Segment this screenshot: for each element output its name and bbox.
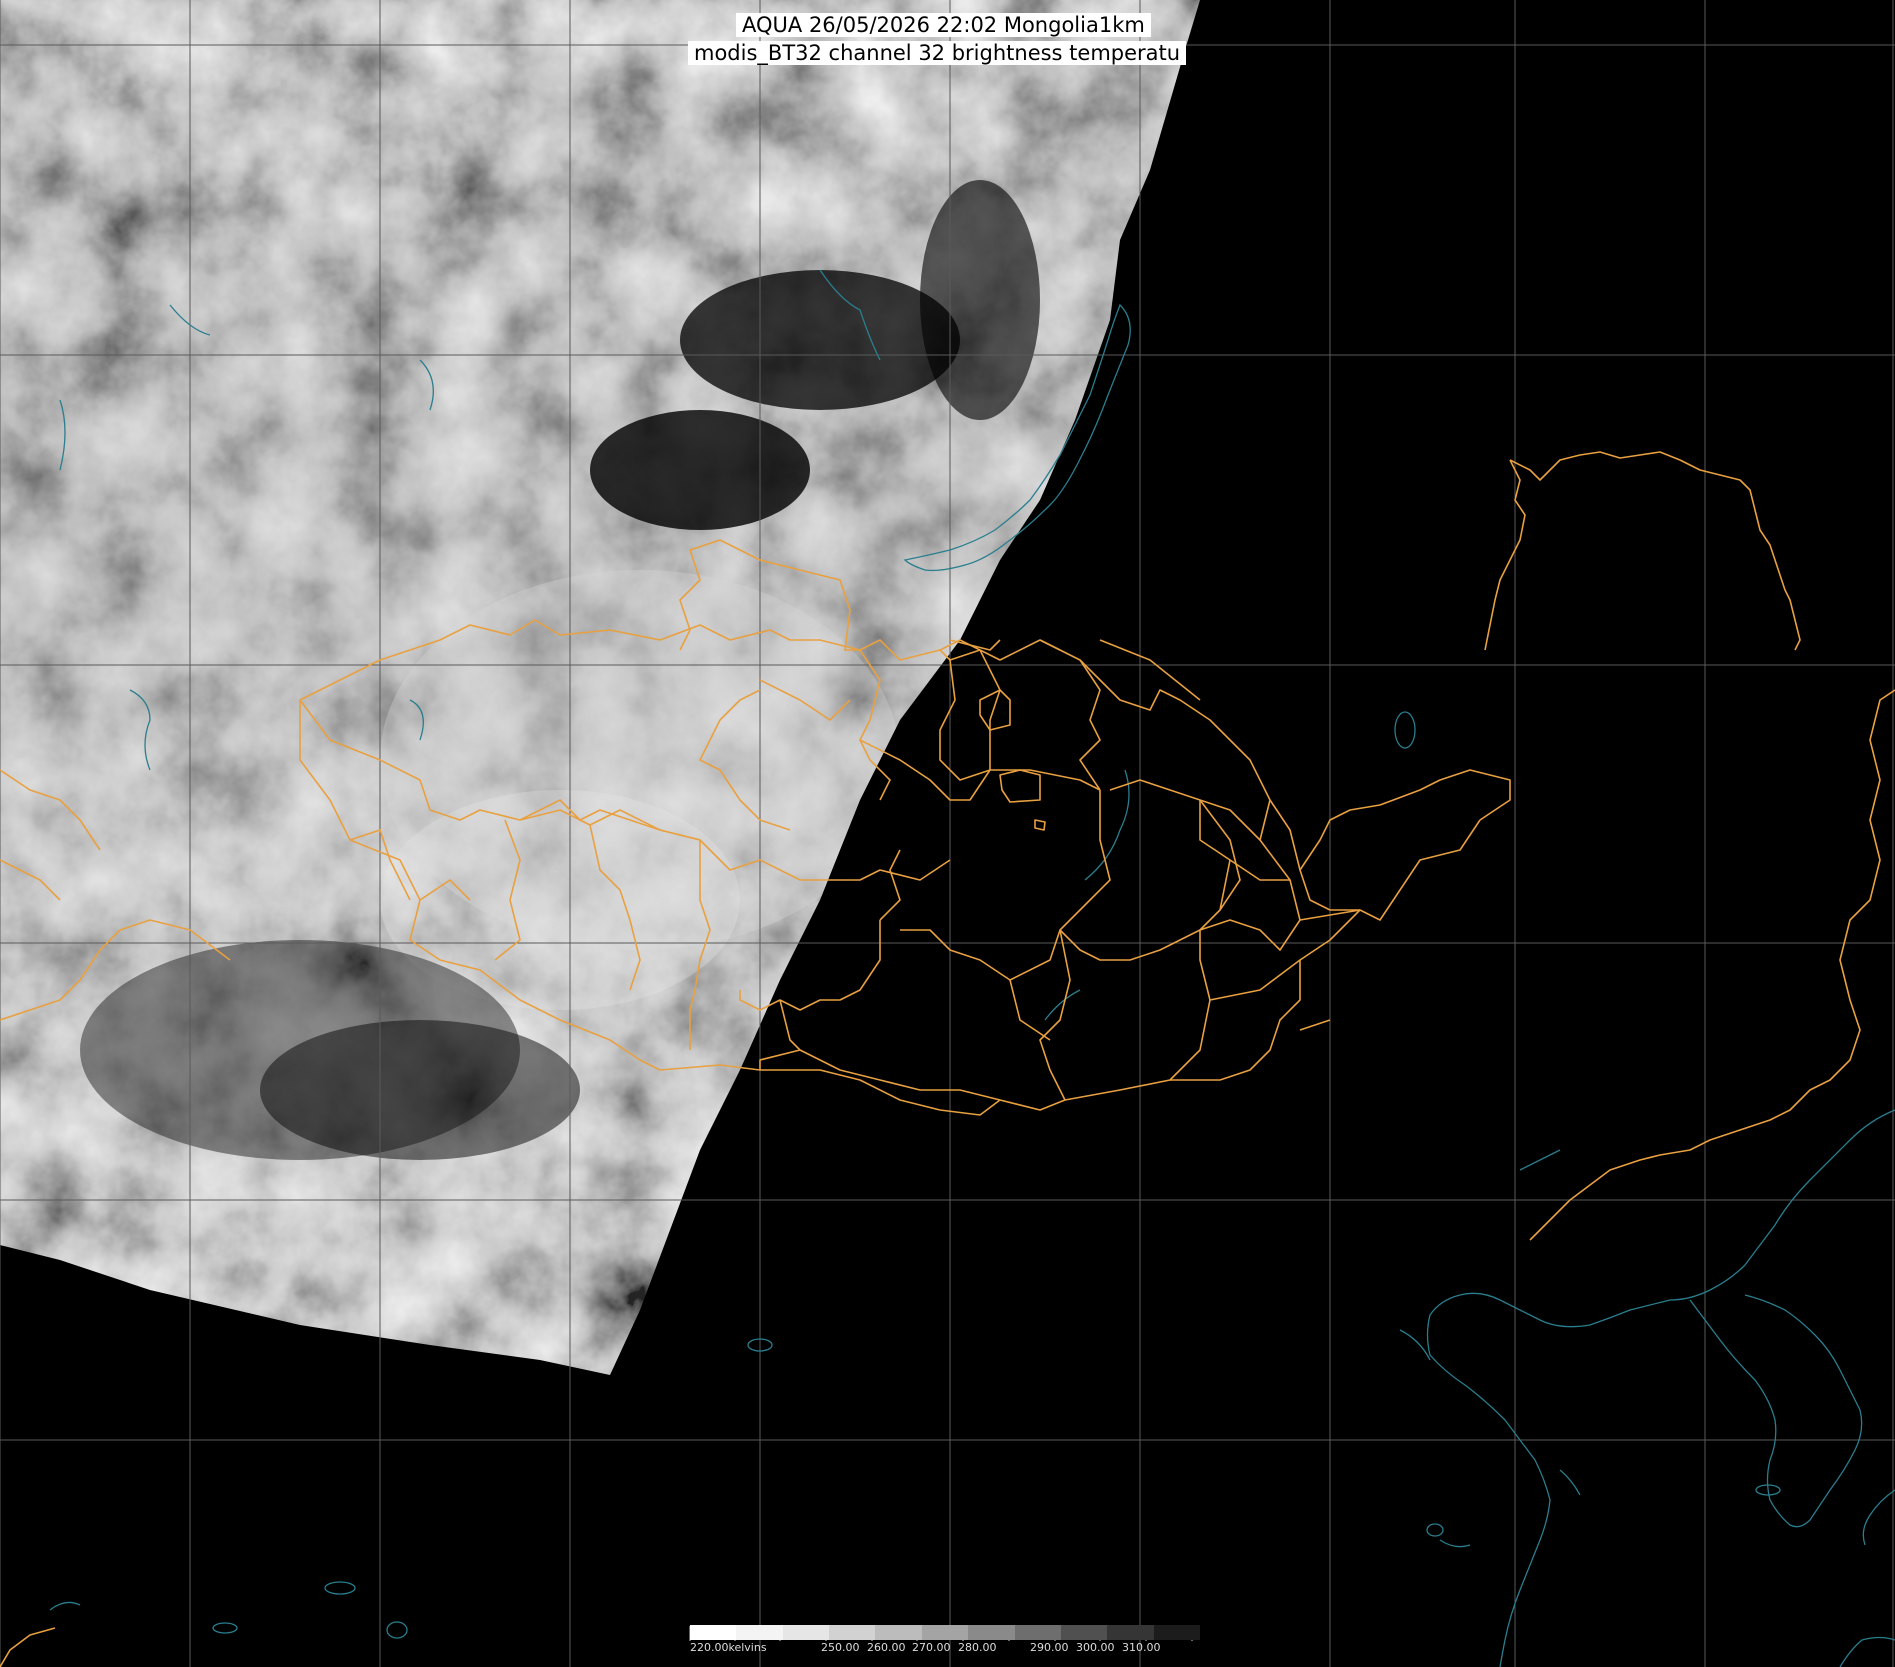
- map-title-line-1: AQUA 26/05/2026 22:02 Mongolia1km: [736, 13, 1151, 37]
- colorbar-labels: 220.00kelvins 250.00 260.00 270.00 280.0…: [0, 1641, 1895, 1655]
- colorbar-label: 250.00: [821, 1641, 860, 1654]
- map-title-line-2: modis_BT32 channel 32 brightness tempera…: [688, 41, 1187, 65]
- colorbar-label: 290.00: [1030, 1641, 1069, 1654]
- colorbar-label: 280.00: [958, 1641, 997, 1654]
- colorbar-legend: [690, 1625, 1200, 1640]
- colorbar-label: 300.00: [1076, 1641, 1115, 1654]
- colorbar-label: 260.00: [867, 1641, 906, 1654]
- colorbar-label: 270.00: [912, 1641, 951, 1654]
- colorbar-label: 310.00: [1122, 1641, 1161, 1654]
- colorbar-label-min: 220.00kelvins: [690, 1641, 767, 1654]
- satellite-map: [0, 0, 1895, 1667]
